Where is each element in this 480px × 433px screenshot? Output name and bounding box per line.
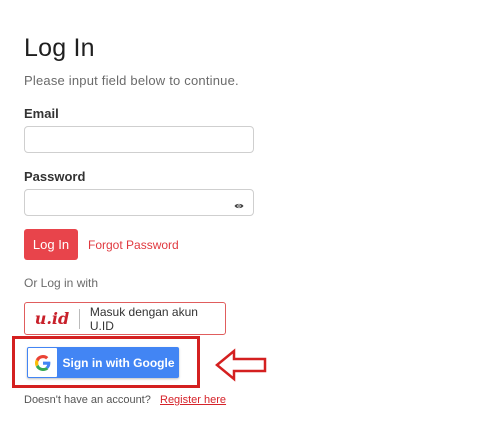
uid-login-button[interactable]: u.id Masuk dengan akun U.ID [24,302,226,335]
google-signin-button[interactable]: Sign in with Google [27,347,179,378]
page-title: Log In [24,34,95,62]
password-label: Password [24,169,86,184]
google-logo-container [28,348,57,377]
eye-icon[interactable] [234,198,244,209]
uid-login-label: Masuk dengan akun U.ID [89,304,198,333]
no-account-text: Doesn't have an account? [24,394,151,406]
forgot-password-link[interactable]: Forgot Password [88,238,179,252]
register-link[interactable]: Register here [160,394,226,406]
google-signin-label: Sign in with Google [62,355,175,370]
password-field[interactable] [25,190,241,215]
uid-logo: u.id [34,309,70,328]
email-field-wrapper[interactable] [24,126,254,153]
page-subtitle: Please input field below to continue. [24,73,239,88]
google-icon [34,354,50,371]
arrow-left-icon [215,348,267,382]
email-label: Email [24,106,59,121]
email-field[interactable] [25,127,241,152]
or-login-with-label: Or Log in with [24,276,99,290]
password-field-wrapper[interactable] [24,189,254,216]
login-button[interactable]: Log In [24,229,78,260]
